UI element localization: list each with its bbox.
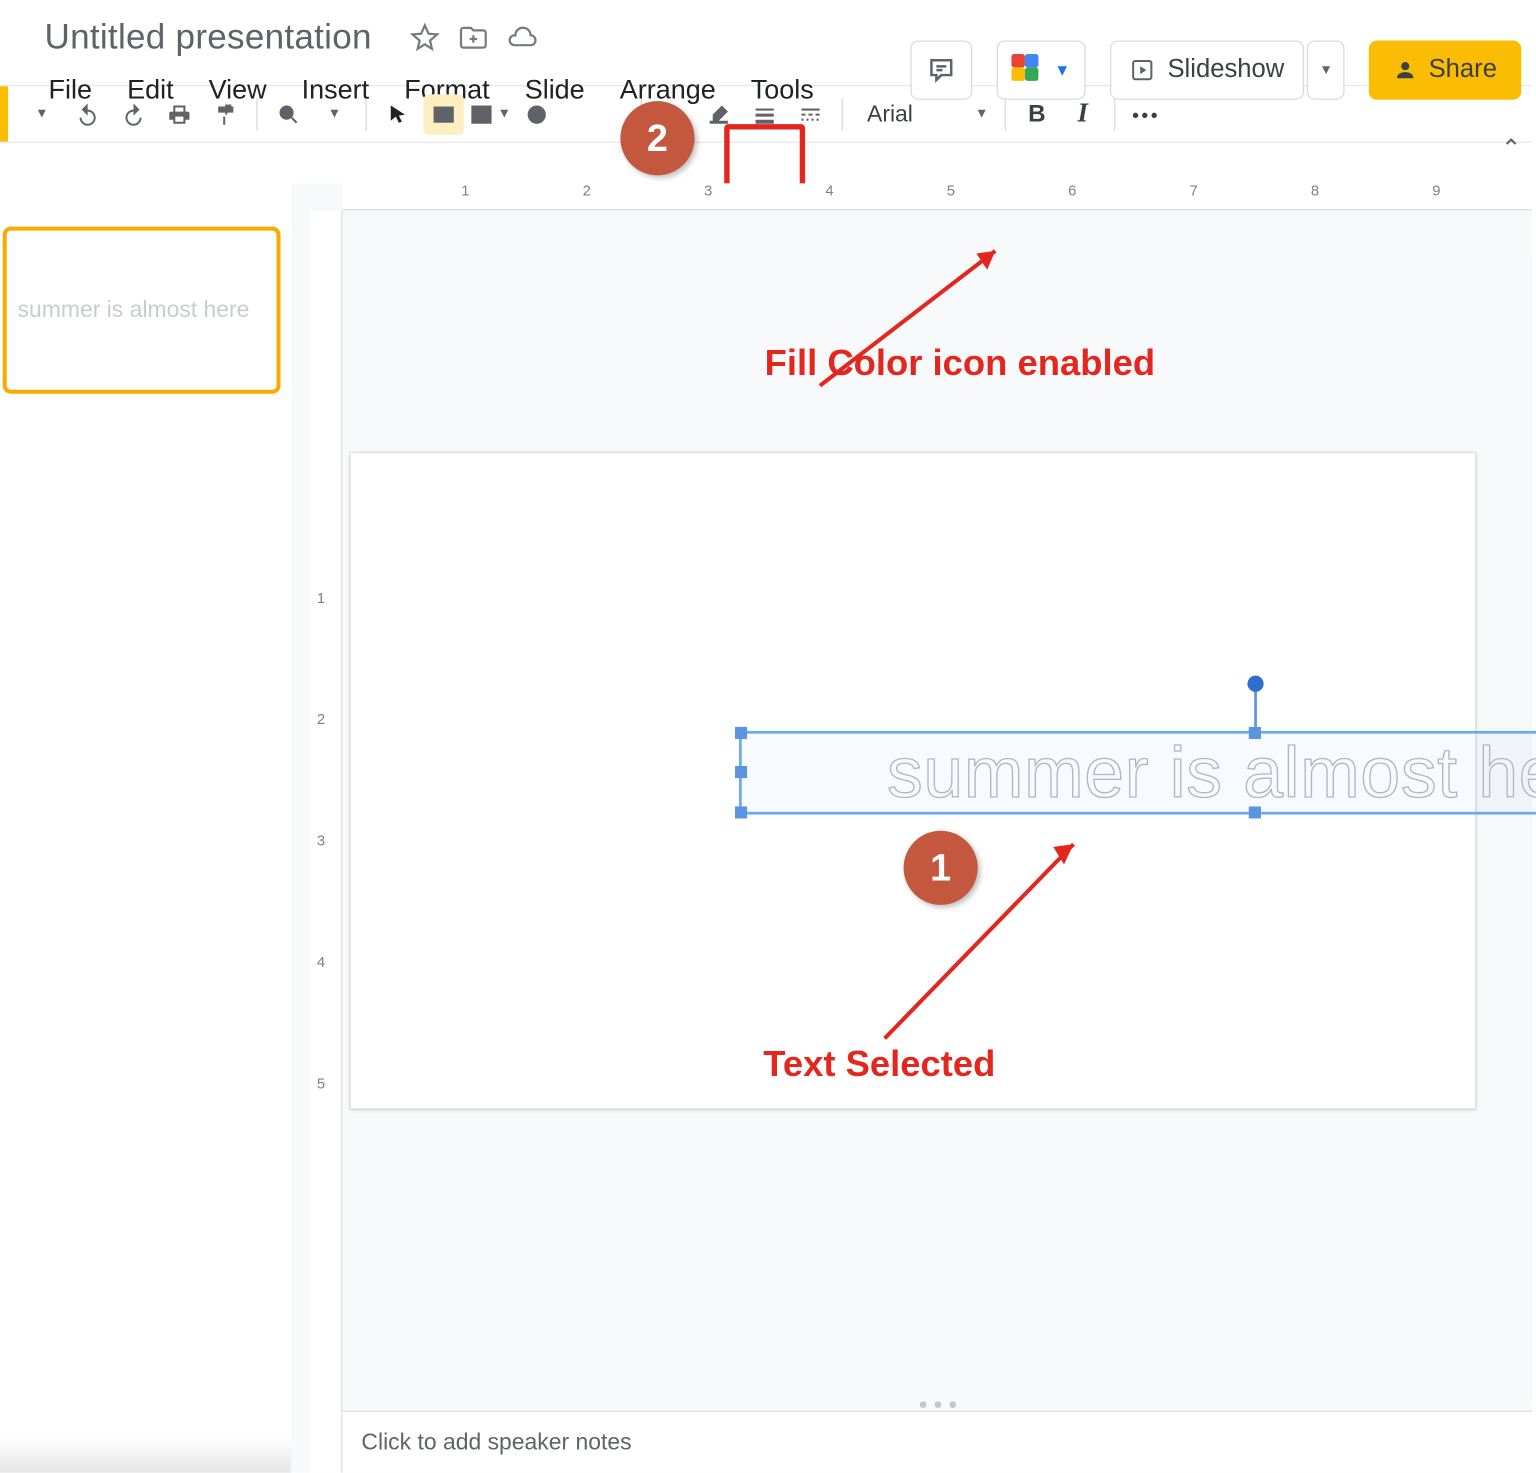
speaker-notes-drag-handle[interactable] — [343, 1397, 1532, 1410]
annotation-text-selected: Text Selected — [763, 1044, 995, 1086]
annotation-fill-label: Fill Color icon enabled — [765, 343, 1155, 385]
border-color-button[interactable] — [698, 94, 738, 134]
toolbar: ▼ ▼ ▼ Arial ▼ B I ••• — [0, 86, 1532, 143]
slide-canvas-area: 1 2 3 4 5 6 7 8 9 1 2 3 4 5 summer is al… — [291, 183, 1532, 1472]
paint-format-button[interactable] — [205, 94, 245, 134]
font-family-select[interactable]: Arial ▼ — [854, 94, 994, 134]
zoom-dropdown[interactable]: ▼ — [314, 94, 354, 134]
annotation-badge-2: 2 — [620, 101, 694, 175]
shape-tool[interactable] — [516, 94, 556, 134]
google-meet-icon — [1011, 51, 1049, 89]
annotation-badge-1: 1 — [904, 831, 978, 905]
image-tool[interactable]: ▼ — [469, 94, 511, 134]
border-dash-button[interactable] — [790, 94, 830, 134]
resize-handle[interactable] — [1249, 727, 1261, 739]
redo-button[interactable] — [113, 94, 153, 134]
new-slide-dropdown[interactable]: ▼ — [22, 94, 62, 134]
cloud-status-icon[interactable] — [507, 23, 537, 53]
textbox-tool[interactable] — [423, 94, 463, 134]
slideshow-label: Slideshow — [1167, 55, 1284, 85]
resize-handle[interactable] — [1249, 806, 1261, 818]
share-label: Share — [1429, 55, 1497, 85]
selected-text-box[interactable]: summer is almost here — [739, 731, 1536, 815]
italic-button[interactable]: I — [1063, 94, 1103, 134]
horizontal-ruler: 1 2 3 4 5 6 7 8 9 — [343, 183, 1532, 210]
move-to-folder-icon[interactable] — [459, 23, 489, 53]
title-bar: Untitled presentation File Edit View Ins… — [0, 0, 1532, 86]
select-tool[interactable] — [378, 94, 418, 134]
font-family-label: Arial — [867, 100, 913, 127]
caret-down-icon: ▼ — [1054, 61, 1070, 80]
star-icon[interactable] — [410, 23, 440, 53]
text-box-content: summer is almost here — [887, 732, 1536, 814]
collapse-toolbar-icon[interactable]: ⌃ — [1501, 135, 1521, 163]
thumbnail-text: summer is almost here — [18, 297, 250, 324]
resize-handle[interactable] — [735, 766, 747, 778]
rotate-handle[interactable] — [1247, 676, 1263, 692]
zoom-button[interactable] — [268, 94, 308, 134]
bold-button[interactable]: B — [1017, 94, 1057, 134]
slide-thumbnails-panel: summer is almost here — [0, 183, 291, 1472]
print-button[interactable] — [159, 94, 199, 134]
undo-button[interactable] — [67, 94, 107, 134]
border-weight-button[interactable] — [744, 94, 784, 134]
decorative-shadow — [0, 1438, 291, 1473]
speaker-notes[interactable]: Click to add speaker notes — [343, 1411, 1532, 1473]
speaker-notes-placeholder: Click to add speaker notes — [361, 1429, 631, 1456]
resize-handle[interactable] — [735, 727, 747, 739]
yellow-edge — [0, 86, 8, 141]
slide-thumbnail-1[interactable]: summer is almost here — [3, 227, 281, 394]
doc-title[interactable]: Untitled presentation — [45, 16, 372, 58]
resize-handle[interactable] — [735, 806, 747, 818]
more-tools-button[interactable]: ••• — [1126, 94, 1166, 134]
rotate-stem — [1254, 689, 1257, 727]
vertical-ruler: 1 2 3 4 5 — [310, 210, 342, 1472]
